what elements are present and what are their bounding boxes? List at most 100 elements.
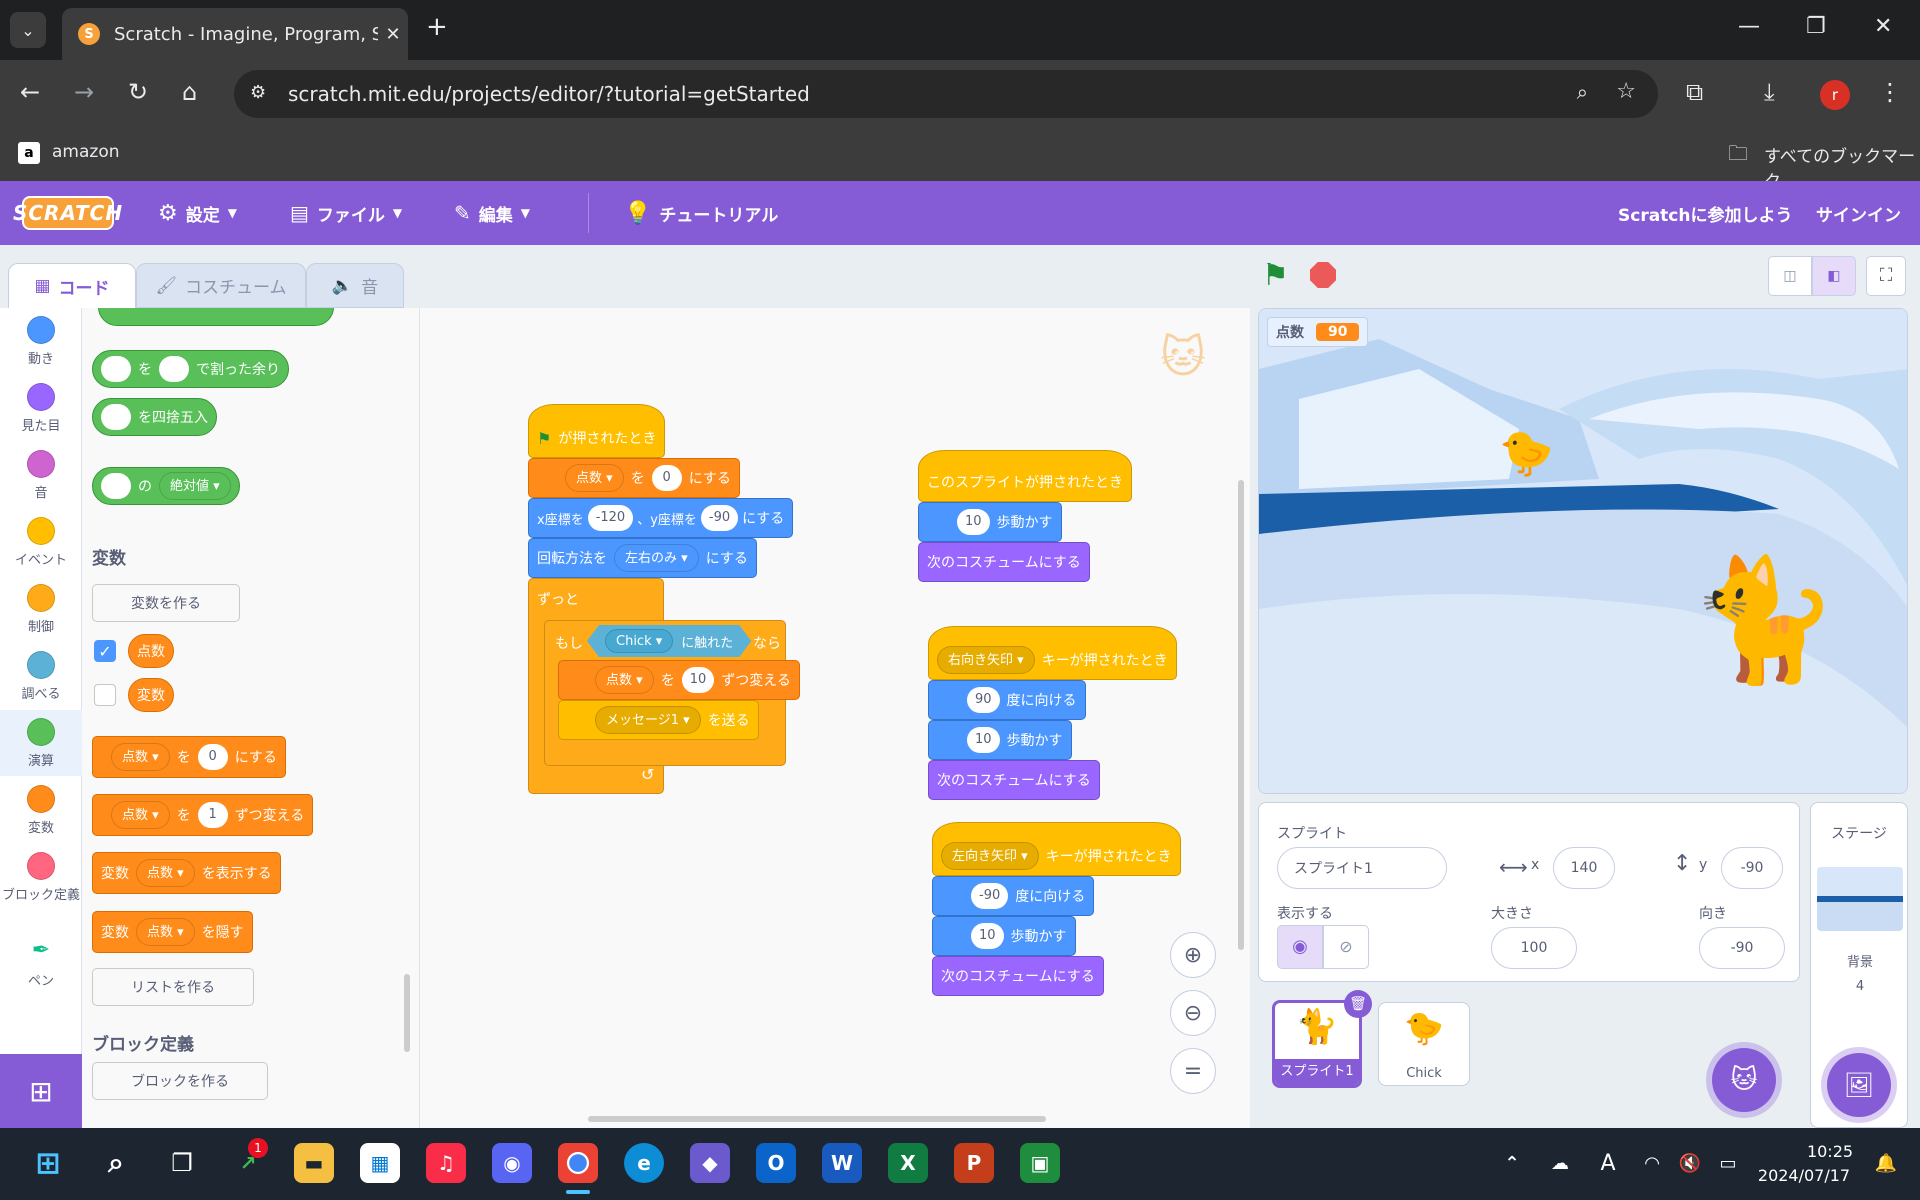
category-pen[interactable]: ✒ ペン [0, 938, 82, 989]
set-var-dropdown[interactable]: 点数 ▾ [565, 464, 624, 492]
bookmark-amazon[interactable]: amazon [52, 142, 120, 162]
move-steps-block[interactable]: 10 歩動かす [928, 720, 1072, 760]
make-list-button[interactable]: リストを作る [92, 968, 254, 1006]
key-dropdown[interactable]: 左向き矢印 ▾ [941, 842, 1039, 870]
clock-date[interactable]: 2024/07/17 [1744, 1166, 1864, 1185]
home-icon[interactable]: ⌂ [182, 78, 197, 106]
next-costume-block[interactable]: 次のコスチュームにする [932, 956, 1104, 996]
delete-sprite-icon[interactable]: 🗑 [1344, 990, 1372, 1018]
rotation-style-block[interactable]: 回転方法を 左右のみ ▾ にする [528, 538, 757, 578]
move-steps-block[interactable]: 10 歩動かす [932, 916, 1076, 956]
tab-sound[interactable]: 🔈 音 [306, 263, 404, 308]
hide-var-dropdown[interactable]: 点数 ▾ [136, 918, 195, 946]
steps-input[interactable]: 10 [957, 509, 990, 535]
steps-input[interactable]: 10 [971, 923, 1004, 949]
tab-code[interactable]: ▦ コード [8, 263, 136, 308]
category-operators[interactable]: 演算 [0, 710, 82, 776]
touching-block[interactable]: Chick ▾ に触れた [587, 625, 751, 657]
category-looks[interactable]: 見た目 [0, 383, 82, 434]
x-value-input[interactable]: -120 [587, 505, 634, 531]
zoom-in-icon[interactable]: ⊕ [1170, 932, 1216, 978]
key-pressed-hat-block-right[interactable]: 右向き矢印 ▾ キーが押されたとき [928, 626, 1177, 680]
script-area[interactable]: 🐱 ⚑ が押されたとき 点数 ▾ を 0 にする x座標を -120 、y座標を -90 にする… [420, 308, 1250, 1128]
classroom-icon[interactable]: ▣ [1020, 1143, 1060, 1183]
palette-block-abs[interactable]: の絶対値 ▾ [92, 467, 240, 505]
forward-icon[interactable]: → [74, 78, 94, 106]
site-info-icon[interactable]: ⚙ [250, 82, 266, 103]
set-var-dropdown[interactable]: 点数 ▾ [111, 743, 170, 771]
settings-menu[interactable]: ⚙ 設定 ▼ [158, 181, 237, 245]
search-icon[interactable]: ⌕ [96, 1143, 136, 1183]
bookmark-star-icon[interactable]: ☆ [1616, 79, 1636, 104]
new-tab-icon[interactable]: + [426, 12, 448, 42]
direction-input[interactable]: 90 [967, 687, 1000, 713]
change-var-dropdown[interactable]: 点数 ▾ [595, 666, 654, 694]
zoom-out-icon[interactable]: ⊖ [1170, 990, 1216, 1036]
edit-menu[interactable]: ✎ 編集 ▼ [454, 181, 530, 245]
abs-input[interactable] [101, 473, 131, 499]
join-scratch-link[interactable]: Scratchに参加しよう [1618, 181, 1792, 245]
green-flag-button[interactable]: ⚑ [1262, 258, 1289, 293]
y-value-input[interactable]: -90 [700, 505, 739, 531]
stage-canvas[interactable]: 点数 90 🐤 🐈 [1258, 308, 1908, 794]
make-variable-button[interactable]: 変数を作る [92, 584, 240, 622]
set-value-input[interactable]: 0 [197, 744, 228, 770]
palette-block-change-variable[interactable]: 点数 ▾ を 1 ずつ変える [92, 794, 314, 836]
size-input[interactable]: 100 [1491, 927, 1577, 969]
steps-input[interactable]: 10 [967, 727, 1000, 753]
x-position-input[interactable]: 140 [1553, 847, 1615, 889]
chick-sprite[interactable]: 🐤 [1499, 427, 1554, 479]
signin-link[interactable]: サインイン [1816, 181, 1901, 245]
tab-costume[interactable]: 🖌 コスチューム [136, 263, 306, 308]
word-icon[interactable]: W [822, 1143, 862, 1183]
category-events[interactable]: イベント [0, 517, 82, 568]
sprite-thumb[interactable]: 🐤 Chick [1378, 1002, 1470, 1086]
excel-icon[interactable]: X [888, 1143, 928, 1183]
store-icon[interactable]: ▦ [360, 1143, 400, 1183]
wifi-icon[interactable]: ◠ [1632, 1143, 1672, 1183]
move-steps-block[interactable]: 10 歩動かす [918, 502, 1062, 542]
var2-reporter[interactable]: 変数 [128, 678, 174, 712]
set-value-input[interactable]: 0 [651, 465, 682, 491]
palette-block-hide-variable[interactable]: 変数 点数 ▾ を隠す [92, 911, 253, 953]
green-flag-hat-block[interactable]: ⚑ が押されたとき [528, 404, 666, 458]
touching-object-dropdown[interactable]: Chick ▾ [605, 629, 673, 653]
download-icon[interactable]: ⤓ [1764, 78, 1775, 106]
make-block-button[interactable]: ブロックを作る [92, 1062, 268, 1100]
add-backdrop-button[interactable]: 🖼 [1827, 1053, 1891, 1117]
url-input[interactable]: ⚙ scratch.mit.edu/projects/editor/?tutor… [234, 70, 1658, 118]
palette-block-round[interactable]: を四捨五入 [92, 398, 217, 436]
palette-scrollbar[interactable] [404, 974, 410, 1052]
category-sound[interactable]: 音 [0, 450, 82, 501]
discord-icon[interactable]: ◉ [492, 1143, 532, 1183]
change-value-input[interactable]: 10 [681, 667, 715, 693]
small-stage-icon[interactable]: ◫ [1768, 256, 1812, 296]
file-menu[interactable]: ▤ ファイル ▼ [290, 181, 402, 245]
notification-bell-icon[interactable]: 🔔 [1866, 1143, 1906, 1183]
show-var-dropdown[interactable]: 点数 ▾ [136, 859, 195, 887]
var2-checkbox[interactable] [94, 684, 116, 706]
tutorial-button[interactable]: 💡 チュートリアル [624, 181, 778, 245]
edge-icon[interactable]: e [624, 1143, 664, 1183]
point-direction-block[interactable]: 90 度に向ける [928, 680, 1086, 720]
browser-menu-icon[interactable]: ⋮ [1878, 78, 1902, 106]
category-control[interactable]: 制御 [0, 584, 82, 635]
category-sensing[interactable]: 調べる [0, 651, 82, 702]
copilot-icon[interactable]: ◆ [690, 1143, 730, 1183]
stage-selector[interactable]: ステージ 背景 4 🖼 [1810, 802, 1908, 1128]
next-costume-block[interactable]: 次のコスチュームにする [918, 542, 1090, 582]
abs-function-dropdown[interactable]: 絶対値 ▾ [159, 472, 231, 500]
stop-button[interactable] [1310, 262, 1336, 288]
goto-xy-block[interactable]: x座標を -120 、y座標を -90 にする [528, 498, 794, 538]
mod-left-input[interactable] [101, 356, 131, 382]
add-extension-button[interactable]: ⊞ [0, 1054, 82, 1128]
key-pressed-hat-block-left[interactable]: 左向き矢印 ▾ キーが押されたとき [932, 822, 1181, 876]
minimize-icon[interactable]: — [1738, 14, 1760, 39]
fullscreen-icon[interactable]: ⛶ [1866, 256, 1906, 296]
next-costume-block[interactable]: 次のコスチュームにする [928, 760, 1100, 800]
extensions-icon[interactable]: ⧉ [1686, 78, 1703, 106]
set-variable-block[interactable]: 点数 ▾ を 0 にする [528, 458, 740, 498]
reload-icon[interactable]: ↻ [128, 78, 148, 106]
browser-tab[interactable]: S Scratch - Imagine, Program, Sha ✕ [62, 8, 408, 60]
rotation-style-dropdown[interactable]: 左右のみ ▾ [614, 544, 699, 572]
